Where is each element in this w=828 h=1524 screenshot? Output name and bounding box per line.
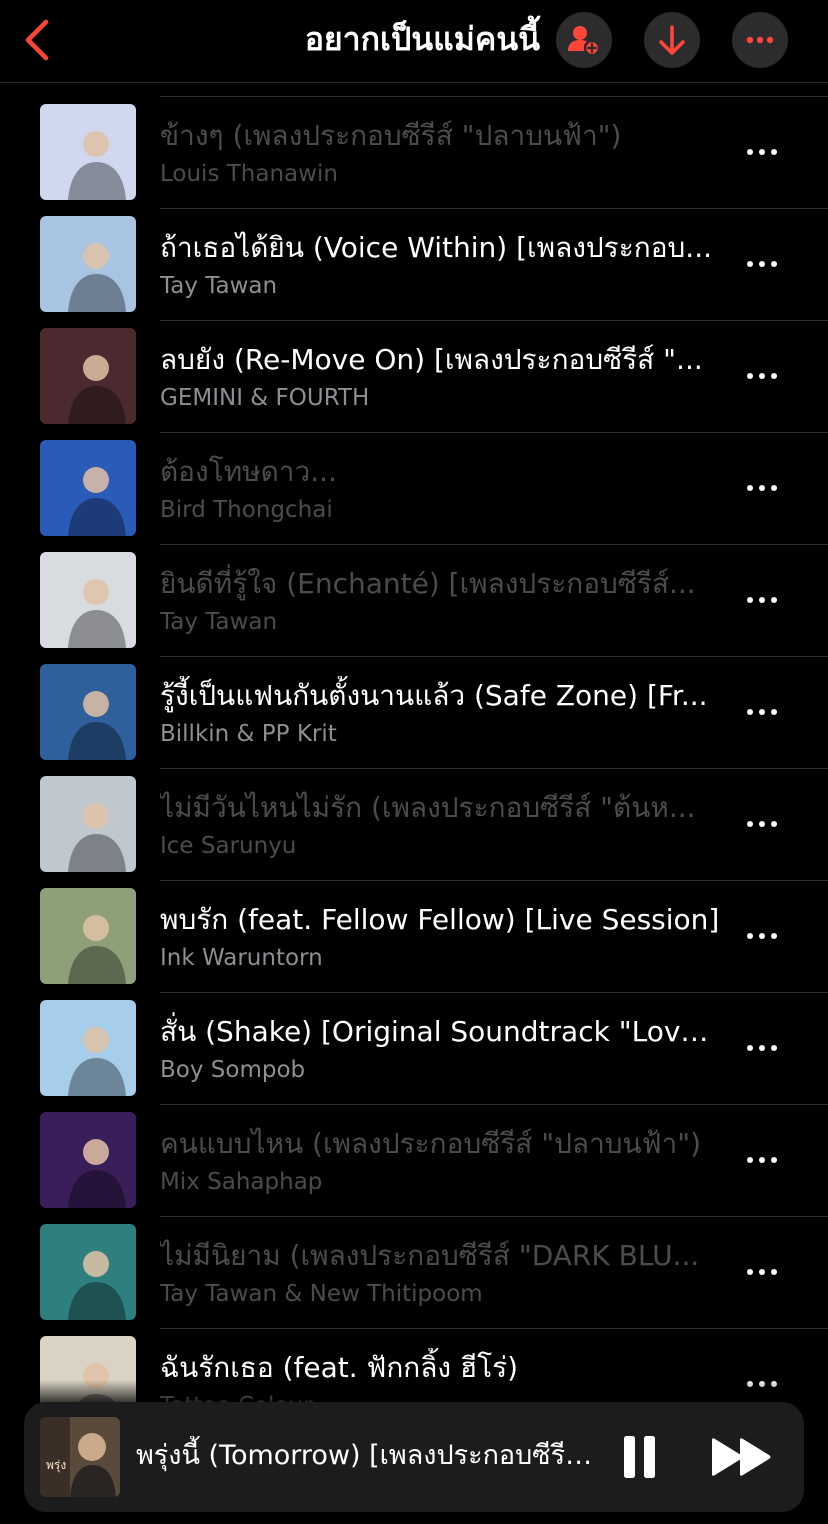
mini-player[interactable]: พรุ่ง พรุ่งนี้ (Tomorrow) [เพลงประกอบซีร… — [24, 1402, 804, 1512]
fast-forward-icon — [712, 1438, 771, 1476]
album-artwork — [40, 552, 136, 648]
more-icon — [747, 821, 777, 827]
more-icon — [747, 149, 777, 155]
song-artist: Tay Tawan & New Thitipoom — [160, 1281, 483, 1307]
song-more-button[interactable] — [738, 696, 786, 728]
nav-header: อยากเป็นแม่คนนี้ — [0, 0, 828, 83]
row-divider — [160, 768, 828, 769]
album-artwork — [40, 440, 136, 536]
song-title: ลบยัง (Re-Move On) [เพลงประกอบซีรีส์ "..… — [160, 343, 703, 376]
row-divider — [160, 1328, 828, 1329]
more-icon — [747, 485, 777, 491]
next-track-button[interactable] — [710, 1436, 774, 1478]
song-artist: Tay Tawan — [160, 609, 278, 635]
row-divider — [160, 96, 828, 97]
back-button[interactable] — [20, 18, 60, 62]
song-more-button[interactable] — [738, 472, 786, 504]
pause-icon — [624, 1436, 655, 1478]
song-row[interactable]: คนแบบไหน (เพลงประกอบซีรีส์ "ปลาบนฟ้า") Mi… — [0, 1104, 828, 1216]
album-artwork — [40, 1000, 136, 1096]
album-artwork — [40, 104, 136, 200]
song-title: ข้างๆ (เพลงประกอบซีรีส์ "ปลาบนฟ้า") — [160, 119, 622, 152]
svg-text:พรุ่ง: พรุ่ง — [46, 1458, 66, 1473]
row-divider — [160, 320, 828, 321]
more-options-button[interactable] — [732, 12, 788, 68]
more-icon — [747, 373, 777, 379]
song-row[interactable]: ยินดีที่รู้ใจ (Enchanté) [เพลงประกอบซีรี… — [0, 544, 828, 656]
row-divider — [160, 1104, 828, 1105]
pause-button[interactable] — [618, 1434, 666, 1480]
row-divider — [160, 432, 828, 433]
song-more-button[interactable] — [738, 360, 786, 392]
more-icon — [747, 1157, 777, 1163]
song-more-button[interactable] — [738, 1144, 786, 1176]
row-divider — [160, 544, 828, 545]
song-title: สั่น (Shake) [Original Soundtrack "Love.… — [160, 1015, 720, 1048]
album-artwork — [40, 776, 136, 872]
song-title: ไม่มีนิยาม (เพลงประกอบซีรีส์ "DARK BLU..… — [160, 1239, 700, 1272]
song-title: ต้องโทษดาว... — [160, 455, 337, 488]
song-artist: GEMINI & FOURTH — [160, 385, 370, 411]
row-divider — [160, 656, 828, 657]
song-row[interactable]: สั่น (Shake) [Original Soundtrack "Love.… — [0, 992, 828, 1104]
song-row[interactable]: ไม่มีนิยาม (เพลงประกอบซีรีส์ "DARK BLU..… — [0, 1216, 828, 1328]
row-divider — [160, 992, 828, 993]
more-icon — [747, 261, 777, 267]
song-title: ยินดีที่รู้ใจ (Enchanté) [เพลงประกอบซีรี… — [160, 567, 696, 600]
song-more-button[interactable] — [738, 920, 786, 952]
now-playing-artwork[interactable]: พรุ่ง — [40, 1417, 120, 1497]
more-icon — [747, 1269, 777, 1275]
album-artwork — [40, 664, 136, 760]
album-artwork — [40, 1112, 136, 1208]
song-artist: Billkin & PP Krit — [160, 721, 337, 747]
song-title: ไม่มีวันไหนไม่รัก (เพลงประกอบซีรีส์ "ต้น… — [160, 791, 696, 824]
more-icon — [747, 933, 777, 939]
album-artwork — [40, 1224, 136, 1320]
song-row[interactable]: รู้งี้เป็นแฟนกันตั้งนานแล้ว (Safe Zone) … — [0, 656, 828, 768]
row-divider — [160, 1216, 828, 1217]
song-row[interactable]: ลบยัง (Re-Move On) [เพลงประกอบซีรีส์ "..… — [0, 320, 828, 432]
song-artist: Louis Thanawin — [160, 161, 338, 187]
song-title: พบรัก (feat. Fellow Fellow) [Live Sessio… — [160, 903, 720, 936]
chevron-left-icon — [25, 19, 49, 61]
song-row[interactable]: ไม่มีวันไหนไม่รัก (เพลงประกอบซีรีส์ "ต้น… — [0, 768, 828, 880]
song-more-button[interactable] — [738, 1032, 786, 1064]
page-title: อยากเป็นแม่คนนี้ — [304, 20, 540, 58]
album-artwork — [40, 216, 136, 312]
song-more-button[interactable] — [738, 1256, 786, 1288]
more-icon — [746, 36, 774, 44]
song-more-button[interactable] — [738, 584, 786, 616]
more-icon — [747, 709, 777, 715]
album-artwork — [40, 328, 136, 424]
song-artist: Tay Tawan — [160, 273, 278, 299]
more-icon — [747, 1045, 777, 1051]
song-row[interactable]: ข้างๆ (เพลงประกอบซีรีส์ "ปลาบนฟ้า") Louis… — [0, 96, 828, 208]
song-row[interactable]: พบรัก (feat. Fellow Fellow) [Live Sessio… — [0, 880, 828, 992]
song-title: คนแบบไหน (เพลงประกอบซีรีส์ "ปลาบนฟ้า") — [160, 1127, 702, 1160]
download-button[interactable] — [644, 12, 700, 68]
row-divider — [160, 880, 828, 881]
song-artist: Bird Thongchai — [160, 497, 333, 523]
song-title: ถ้าเธอได้ยิน (Voice Within) [เพลงประกอบ.… — [160, 231, 713, 264]
song-row[interactable]: ต้องโทษดาว... Bird Thongchai — [0, 432, 828, 544]
download-icon — [659, 25, 685, 55]
song-artist: Boy Sompob — [160, 1057, 306, 1083]
add-person-icon — [568, 26, 601, 57]
more-icon — [747, 597, 777, 603]
row-divider — [160, 208, 828, 209]
song-title: รู้งี้เป็นแฟนกันตั้งนานแล้ว (Safe Zone) … — [160, 679, 708, 712]
song-artist: Ink Waruntorn — [160, 945, 323, 971]
song-row[interactable]: ถ้าเธอได้ยิน (Voice Within) [เพลงประกอบ.… — [0, 208, 828, 320]
song-more-button[interactable] — [738, 136, 786, 168]
song-more-button[interactable] — [738, 808, 786, 840]
song-artist: Ice Sarunyu — [160, 833, 297, 859]
add-collaborator-button[interactable] — [556, 12, 612, 68]
song-more-button[interactable] — [738, 248, 786, 280]
song-artist: Mix Sahaphap — [160, 1169, 323, 1195]
now-playing-title[interactable]: พรุ่งนี้ (Tomorrow) [เพลงประกอบซีรีส์... — [136, 1436, 596, 1476]
album-artwork — [40, 888, 136, 984]
